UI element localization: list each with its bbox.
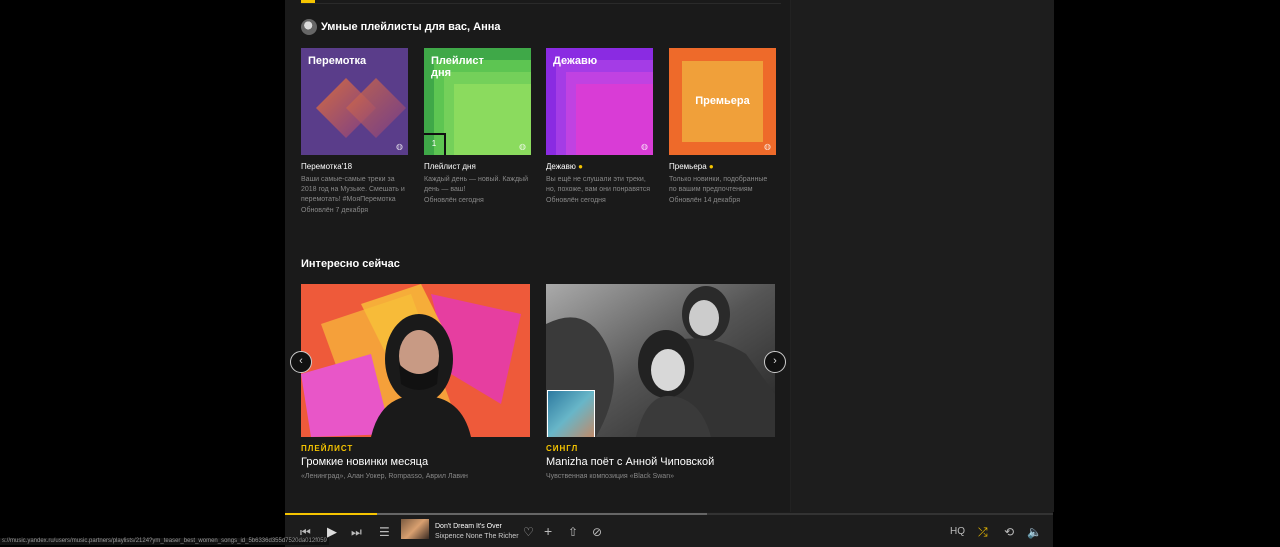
new-dot: ● [578,162,583,171]
card-updated: Обновлён 14 декабря [669,197,740,204]
progress-bar[interactable] [285,513,378,515]
playlist-cover[interactable]: Перемотка ◍ [301,48,408,155]
playlist-card-daily[interactable]: 1 Плейлист дня ◍ Плейлист дня Каждый ден… [424,48,531,204]
card-name: Дежавю [546,162,576,171]
block-dislike-icon[interactable]: ⊘ [592,525,602,539]
add-plus-icon[interactable]: + [544,523,552,539]
day-badge: 1 [424,133,446,155]
user-avatar[interactable] [301,19,317,35]
promo-card-playlist[interactable]: ПЛЕЙЛИСТ Громкие новинки месяца «Ленингр… [301,284,530,480]
player-bar: ⏮ ▶ ⏭ ☰ Don't Dream It's Over Sixpence N… [285,513,1053,547]
playlist-card-dejavu[interactable]: Дежавю ◍ Дежавю ● Вы ещё не слушали эти … [546,48,653,204]
card-name: Премьера [669,162,707,171]
track-title[interactable]: Don't Dream It's Over [435,523,519,530]
next-track-icon[interactable]: ⏭ [351,525,362,540]
playlist-cover[interactable]: Премьера ◍ [669,48,776,155]
cover-label: Плейлист дня [431,55,484,79]
playlist-card-rewind[interactable]: Перемотка ◍ Перемотка'18 Ваши самые-самы… [301,48,408,214]
promo-title[interactable]: Manizha поёт с Анной Чиповской [546,456,775,468]
playlist-cover[interactable]: Дежавю ◍ [546,48,653,155]
yandex-mini-icon: ◍ [396,142,403,151]
card-description: Ваши самые-самые треки за 2018 год на Му… [301,176,405,203]
queue-list-icon[interactable]: ☰ [379,525,390,539]
single-cover-thumbnail[interactable] [547,390,595,437]
promo-type: СИНГЛ [546,444,579,453]
promo-image[interactable] [301,284,530,437]
cover-label: Премьера [695,95,750,107]
card-description: Каждый день — новый. Каждый день — ваш! [424,176,528,193]
promo-card-single[interactable]: СИНГЛ Manizha поёт с Анной Чиповской Чув… [546,284,775,480]
cover-label: Перемотка [308,55,367,67]
playlist-cover[interactable]: 1 Плейлист дня ◍ [424,48,531,155]
track-cover-thumbnail[interactable] [401,519,429,539]
card-description: Только новинки, подобранные по вашим пре… [669,176,768,193]
share-icon[interactable]: ⇧ [568,525,578,539]
active-tab-indicator [301,0,315,3]
yandex-mini-icon: ◍ [764,142,771,151]
carousel-prev-button[interactable]: ‹ [290,351,312,373]
tab-strip [301,0,781,4]
track-info: Don't Dream It's Over Sixpence None The … [435,523,519,540]
hq-toggle[interactable]: HQ [950,526,965,537]
smart-playlists-title: Умные плейлисты для вас, Анна [321,21,501,33]
right-column [790,0,1054,512]
shuffle-icon[interactable]: ⤮ [978,525,988,540]
promo-type: ПЛЕЙЛИСТ [301,444,354,453]
card-updated: Обновлён сегодня [424,197,484,204]
main-content: Умные плейлисты для вас, Анна Перемотка … [285,0,790,512]
promo-subtitle: «Ленинград», Алан Уокер, Rompasso, Аврил… [301,473,468,480]
like-heart-icon[interactable]: ♡ [523,525,534,539]
track-artist[interactable]: Sixpence None The Richer [435,533,519,540]
yandex-mini-icon: ◍ [519,142,526,151]
card-name: Перемотка'18 [301,162,353,171]
promo-artwork [301,284,530,437]
promo-subtitle: Чувственная композиция «Black Swan» [546,473,674,480]
carousel-next-button[interactable]: › [764,351,786,373]
yandex-mini-icon: ◍ [641,142,648,151]
card-updated: Обновлён сегодня [546,197,606,204]
card-updated: Обновлён 7 декабря [301,207,369,214]
promo-image[interactable] [546,284,775,437]
cover-label: Дежавю [553,55,598,67]
browser-status-url: s://music.yandex.ru/users/music.partners… [0,538,329,545]
card-description: Вы ещё не слушали эти треки, но, похоже,… [546,176,651,193]
volume-icon[interactable]: 🔈 [1027,525,1042,539]
playlist-card-premiere[interactable]: Премьера ◍ Премьера ● Только новинки, по… [669,48,776,204]
card-name: Плейлист дня [424,162,476,171]
interesting-title: Интересно сейчас [301,258,400,270]
new-dot: ● [708,162,714,171]
app-window: Умные плейлисты для вас, Анна Перемотка … [285,0,1054,547]
repeat-icon[interactable]: ⟲ [1004,525,1014,539]
promo-title[interactable]: Громкие новинки месяца [301,456,530,468]
